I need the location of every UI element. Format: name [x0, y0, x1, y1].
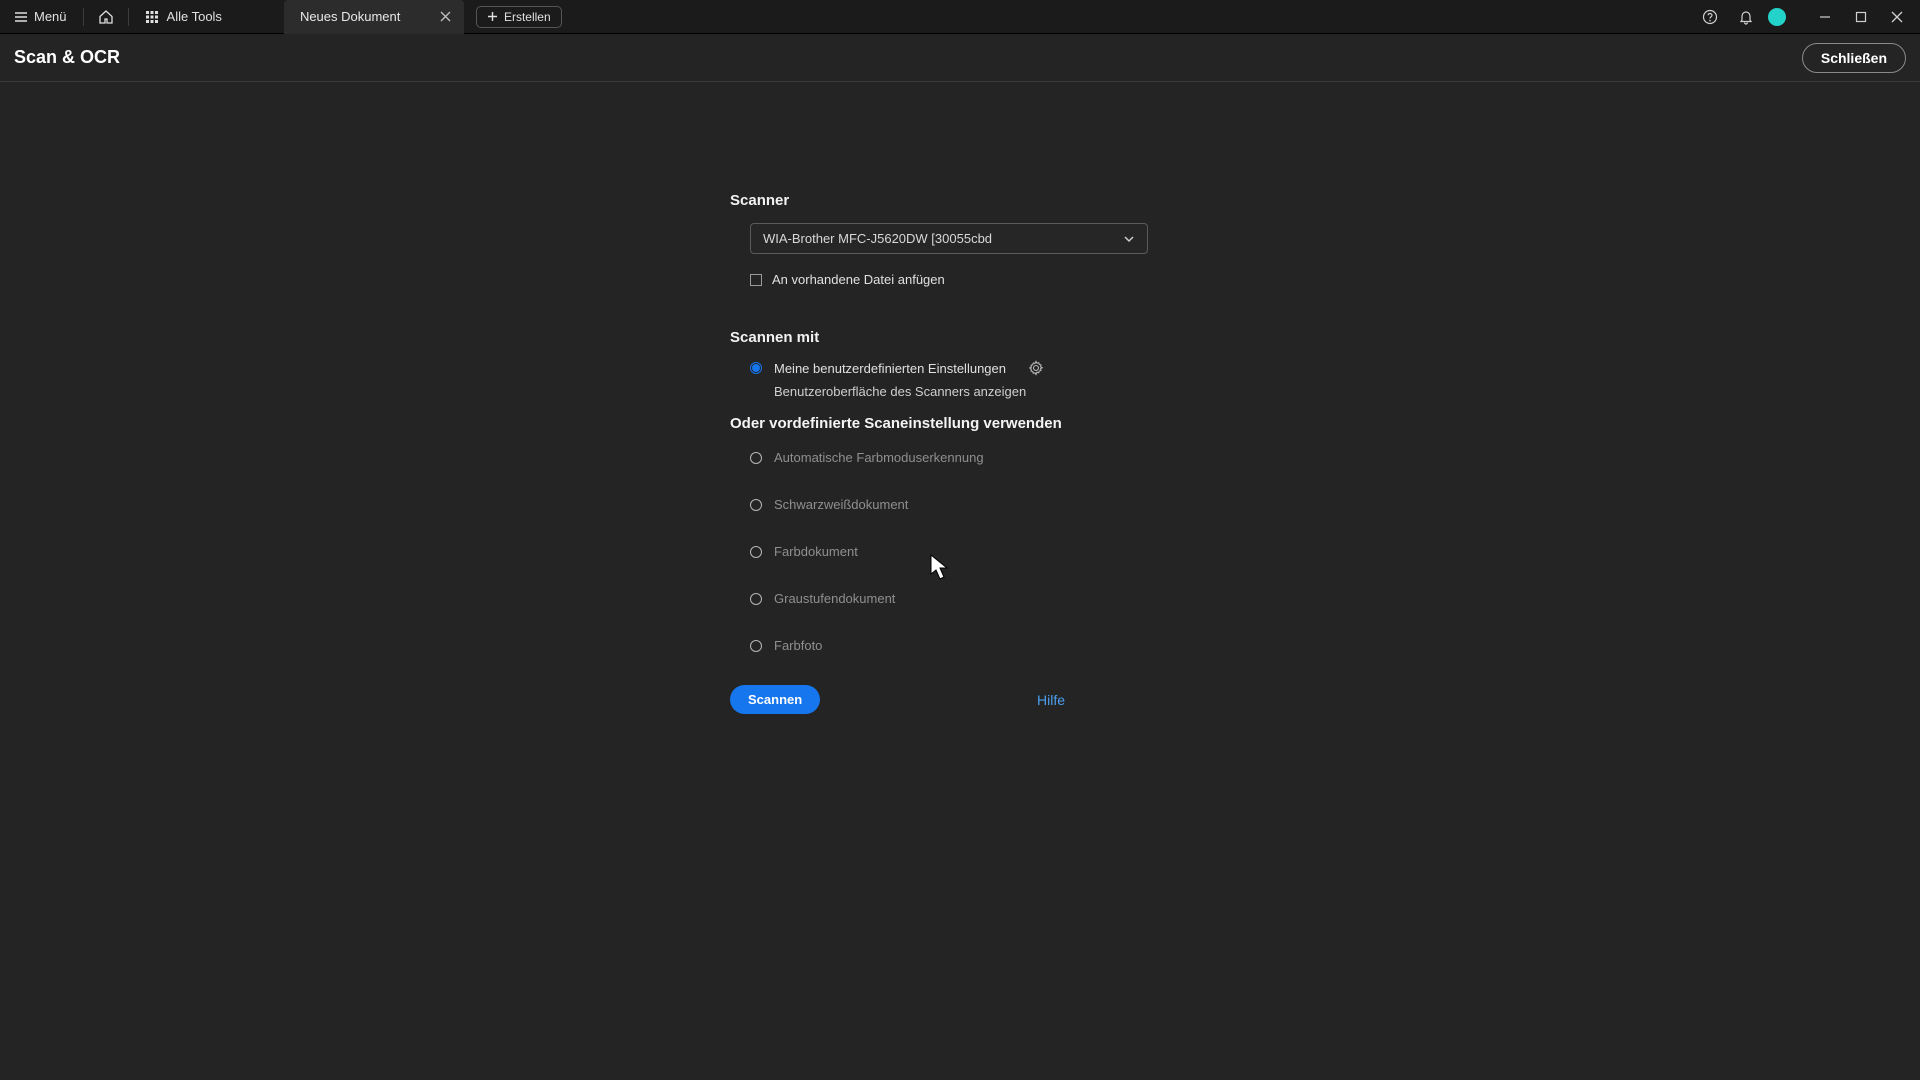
scan-with-section: Scannen mit Meine benutzerdefinierten Ei… — [730, 329, 1190, 714]
close-button[interactable]: Schließen — [1802, 43, 1906, 73]
create-button[interactable]: Erstellen — [476, 6, 562, 28]
preset-radio-grayscale[interactable] — [750, 593, 762, 605]
preset-radio-row[interactable]: Automatische Farbmoduserkennung — [750, 450, 1190, 465]
bell-icon — [1738, 9, 1754, 25]
scanner-field-group: WIA-Brother MFC-J5620DW [30055cbd An vor… — [750, 223, 1190, 287]
close-icon — [440, 11, 451, 22]
scanner-selected-value: WIA-Brother MFC-J5620DW [30055cbd — [763, 231, 992, 246]
page-header: Scan & OCR Schließen — [0, 34, 1920, 82]
help-circle-icon — [1702, 9, 1718, 25]
user-avatar[interactable] — [1768, 8, 1786, 26]
chevron-down-icon — [1123, 233, 1135, 245]
create-label: Erstellen — [504, 10, 551, 24]
preset-radio-row[interactable]: Graustufendokument — [750, 591, 1190, 606]
help-button[interactable] — [1696, 3, 1724, 31]
append-label: An vorhandene Datei anfügen — [772, 272, 945, 287]
plus-icon — [487, 11, 498, 22]
menu-button[interactable]: Menü — [6, 5, 75, 28]
append-checkbox-row[interactable]: An vorhandene Datei anfügen — [750, 272, 1190, 287]
scan-button[interactable]: Scannen — [730, 685, 820, 714]
scanner-select[interactable]: WIA-Brother MFC-J5620DW [30055cbd — [750, 223, 1148, 254]
document-tab[interactable]: Neues Dokument — [284, 0, 464, 34]
scanner-section-title: Scanner — [730, 192, 1190, 209]
preset-radio-row[interactable]: Farbfoto — [750, 638, 1190, 653]
help-link[interactable]: Hilfe — [1037, 692, 1065, 708]
custom-settings-gear-button[interactable] — [1028, 360, 1044, 376]
preset-radio-auto-color[interactable] — [750, 452, 762, 464]
tab-close-button[interactable] — [440, 11, 451, 22]
all-tools-button[interactable]: Alle Tools — [137, 5, 230, 28]
preset-radio-color-photo[interactable] — [750, 640, 762, 652]
action-row: Scannen Hilfe — [730, 685, 1065, 714]
hamburger-icon — [14, 10, 28, 24]
preset-radio-row[interactable]: Schwarzweißdokument — [750, 497, 1190, 512]
titlebar-right — [1696, 3, 1914, 31]
scan-with-options: Meine benutzerdefinierten Einstellungen … — [750, 360, 1190, 399]
home-button[interactable] — [92, 3, 120, 31]
menu-label: Menü — [34, 9, 67, 24]
preset-label: Farbdokument — [774, 544, 858, 559]
preset-label: Graustufendokument — [774, 591, 895, 606]
scan-with-title: Scannen mit — [730, 329, 1190, 346]
maximize-button[interactable] — [1844, 3, 1878, 31]
tab-title: Neues Dokument — [300, 9, 400, 24]
append-checkbox[interactable] — [750, 274, 762, 286]
window-close-button[interactable] — [1880, 3, 1914, 31]
custom-settings-label: Meine benutzerdefinierten Einstellungen — [774, 361, 1006, 376]
scan-form: Scanner WIA-Brother MFC-J5620DW [30055cb… — [730, 192, 1190, 714]
notifications-button[interactable] — [1732, 3, 1760, 31]
maximize-icon — [1855, 11, 1867, 23]
titlebar: Menü Alle Tools Neues Dokument Erstellen — [0, 0, 1920, 34]
preset-radio-color-doc[interactable] — [750, 546, 762, 558]
home-icon — [98, 9, 114, 25]
custom-settings-radio[interactable] — [750, 362, 762, 374]
page-title: Scan & OCR — [14, 47, 120, 68]
show-scanner-ui-hint: Benutzeroberfläche des Scanners anzeigen — [774, 384, 1190, 399]
minimize-icon — [1819, 11, 1831, 23]
preset-label: Farbfoto — [774, 638, 822, 653]
preset-radio-group: Automatische Farbmoduserkennung Schwarzw… — [750, 450, 1190, 653]
grid-icon — [145, 10, 159, 24]
divider — [83, 8, 84, 26]
preset-label: Schwarzweißdokument — [774, 497, 908, 512]
preset-radio-bw[interactable] — [750, 499, 762, 511]
window-controls — [1808, 3, 1914, 31]
divider — [128, 8, 129, 26]
gear-icon — [1028, 360, 1044, 376]
minimize-button[interactable] — [1808, 3, 1842, 31]
preset-label: Automatische Farbmoduserkennung — [774, 450, 984, 465]
all-tools-label: Alle Tools — [167, 9, 222, 24]
close-icon — [1891, 11, 1903, 23]
preset-section-title: Oder vordefinierte Scaneinstellung verwe… — [730, 415, 1190, 432]
titlebar-left: Menü Alle Tools — [6, 3, 230, 31]
custom-settings-radio-row[interactable]: Meine benutzerdefinierten Einstellungen — [750, 360, 1190, 376]
preset-radio-row[interactable]: Farbdokument — [750, 544, 1190, 559]
